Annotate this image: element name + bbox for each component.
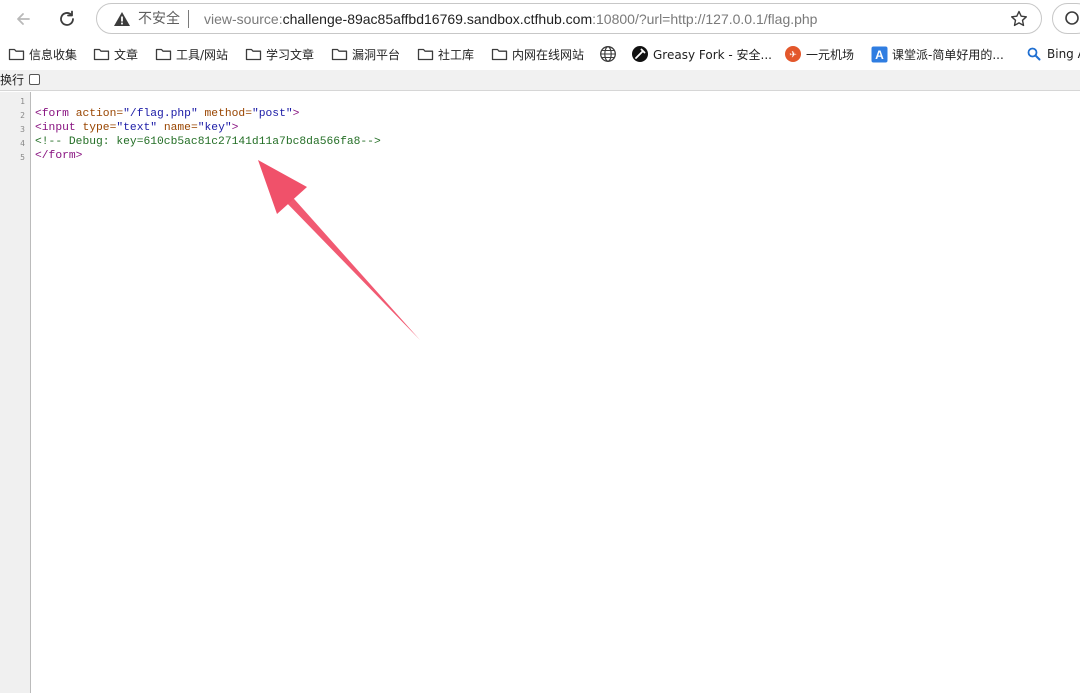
line-number-gutter: 1 2 3 4 5 [0, 92, 31, 693]
svg-text:✈: ✈ [789, 51, 797, 61]
back-button[interactable] [9, 5, 37, 33]
bookmark-label: 社工库 [438, 47, 475, 62]
arrow-left-icon [17, 13, 30, 25]
bookmark-label: 学习文章 [266, 47, 315, 62]
tag-close: > [231, 122, 239, 134]
type-value: "text" [116, 122, 158, 134]
attr-method: method= [197, 108, 252, 120]
attr-type: type= [82, 122, 117, 134]
bookmark-label: Greasy Fork - 安全... [653, 47, 772, 62]
bookmark-label: 一元机场 [806, 47, 855, 62]
bookmark-folder-info[interactable]: 信息收集 [7, 44, 77, 64]
url-host: challenge-89ac85affbd16769.sandbox.ctfhu… [282, 11, 593, 27]
arrow-shaft [281, 191, 420, 340]
address-bar[interactable]: 不安全 view-source:challenge-89ac85affbd167… [96, 3, 1042, 34]
bookmarks-bar: 信息收集 文章 工具/网站 学习文章 漏洞平台 社工库 内网在线网站 Greas… [0, 38, 1080, 70]
bookmark-label: 文章 [114, 47, 139, 62]
bookmark-airport[interactable]: ✈ 一元机场 [784, 44, 854, 64]
line-wrap-label: 换行 [0, 73, 25, 87]
reload-icon [60, 10, 74, 26]
bookmark-ketangpai[interactable]: A 课堂派-简单好用的... [870, 44, 1004, 64]
ketangpai-icon: A [870, 46, 888, 62]
attr-action: action= [75, 108, 124, 120]
folder-icon [490, 46, 508, 62]
line-number: 5 [20, 153, 25, 162]
bookmark-label: 内网在线网站 [512, 47, 585, 62]
line-wrap-bar: 换行 [0, 70, 1080, 91]
bookmark-greasyfork[interactable]: Greasy Fork - 安全... [631, 44, 772, 64]
bookmark-folder-articles[interactable]: 文章 [92, 44, 138, 64]
security-label[interactable]: 不安全 [138, 10, 180, 28]
folder-icon [244, 46, 262, 62]
source-line-debug-comment: <!-- Debug: key=610cb5ac81c27141d11a7bc8… [35, 136, 381, 148]
folder-icon [92, 46, 110, 62]
bing-search-icon [1025, 46, 1043, 62]
bookmark-bing[interactable]: Bing A [1025, 44, 1080, 64]
browser-toolbar: 不安全 view-source:challenge-89ac85affbd167… [0, 0, 1080, 38]
bookmark-label: 课堂派-简单好用的... [892, 47, 1004, 62]
search-button[interactable] [1052, 3, 1080, 34]
svg-text:A: A [875, 48, 884, 62]
reload-button[interactable] [53, 5, 81, 33]
bookmark-folder-social[interactable]: 社工库 [416, 44, 474, 64]
folder-icon [416, 46, 434, 62]
bookmark-label: 漏洞平台 [352, 47, 401, 62]
tag-open: <form [35, 108, 76, 120]
url-path: :10800/?url=http://127.0.0.1/flag.php [592, 11, 818, 27]
bookmark-globe[interactable] [599, 44, 621, 64]
arrow-head-icon [258, 160, 307, 214]
line-number: 3 [20, 125, 25, 134]
folder-icon [154, 46, 172, 62]
bookmark-star-icon[interactable] [1009, 9, 1029, 29]
bookmark-folder-intranet[interactable]: 内网在线网站 [490, 44, 584, 64]
method-value: "post" [251, 108, 293, 120]
folder-icon [330, 46, 348, 62]
line-wrap-checkbox[interactable] [29, 74, 40, 85]
source-line-input: <input type="text" name="key"> [35, 121, 238, 135]
tag-close: > [292, 108, 300, 120]
attr-name: name= [157, 122, 198, 134]
name-value: "key" [197, 122, 232, 134]
globe-icon [599, 46, 617, 62]
url-text[interactable]: view-source:challenge-89ac85affbd16769.s… [204, 10, 817, 28]
url-scheme: view-source: [204, 11, 283, 27]
line-number: 1 [20, 97, 25, 106]
bookmark-label: 信息收集 [29, 47, 78, 62]
line-number: 4 [20, 139, 25, 148]
line-number: 2 [20, 111, 25, 120]
bookmark-folder-vuln[interactable]: 漏洞平台 [330, 44, 400, 64]
greasyfork-icon [631, 46, 649, 62]
bookmark-folder-study[interactable]: 学习文章 [244, 44, 314, 64]
source-line-form-close: </form> [35, 150, 83, 162]
tag-open: <input [35, 122, 83, 134]
omnibox-separator [188, 10, 189, 28]
warning-icon[interactable] [113, 10, 131, 28]
bookmark-folder-tools[interactable]: 工具/网站 [154, 44, 228, 64]
airport-icon: ✈ [784, 46, 802, 62]
search-icon [1065, 11, 1079, 25]
folder-icon [7, 46, 25, 62]
bookmark-label: 工具/网站 [176, 47, 229, 62]
bookmark-label: Bing A [1047, 47, 1080, 61]
annotation-arrow [258, 160, 420, 340]
source-line-form-open: <form action="/flag.php" method="post"> [35, 107, 299, 121]
form-action-link[interactable]: "/flag.php" [123, 108, 198, 120]
